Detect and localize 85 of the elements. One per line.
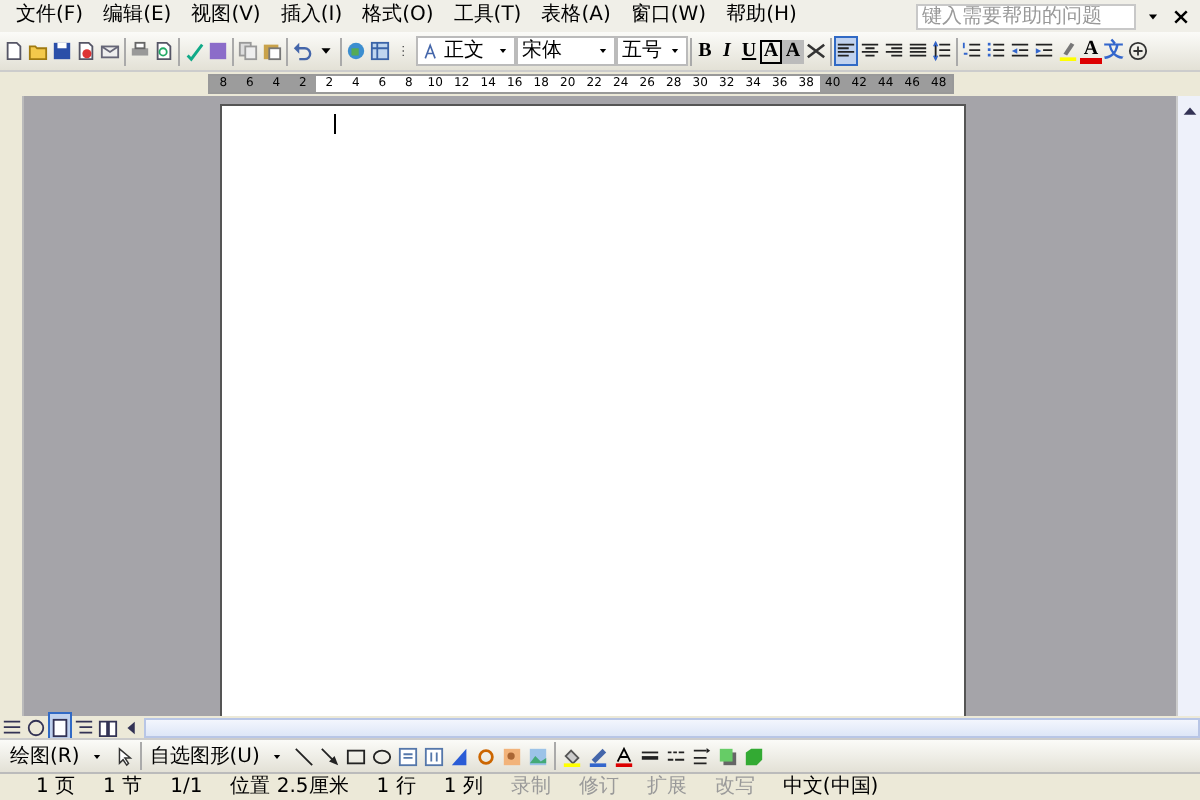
center-icon[interactable] [860,40,880,62]
font-color-icon[interactable] [613,745,634,767]
printer-icon[interactable] [130,40,150,62]
picture-icon[interactable] [527,745,548,767]
line-spacing-icon[interactable] [932,40,952,62]
copy-icon[interactable] [238,40,258,62]
oval-icon[interactable] [371,745,392,767]
rectangle-icon[interactable] [345,745,366,767]
line-icon[interactable] [293,745,314,767]
bold-button[interactable]: B [694,36,716,66]
web-view-icon[interactable] [26,717,46,737]
character-scale-icon[interactable] [806,40,826,62]
clip-art-icon[interactable] [501,745,522,767]
new-document-icon[interactable] [4,40,24,62]
arrow-style-icon[interactable] [691,745,712,767]
phonetic-guide-button[interactable]: 文 [1102,36,1126,66]
character-border-button[interactable]: A [760,39,782,63]
status-text: 改写 [714,774,755,800]
character-shading-button[interactable]: A [782,39,804,63]
check-mark-icon[interactable] [184,40,204,62]
menu-item[interactable]: 表格(A) [533,2,619,30]
menu-item[interactable]: 视图(V) [183,2,269,30]
status-text: 1 节 [103,773,143,800]
status-text: 位置 2.5厘米 [230,773,349,800]
text-cursor [333,114,335,134]
horizontal-scrollbar[interactable] [144,717,1200,737]
font-size-dropdown[interactable]: 五号 [616,36,688,66]
normal-view-icon[interactable] [2,717,22,737]
menu-item[interactable]: 文件(F) [8,2,92,30]
paste-icon[interactable] [262,40,282,62]
circled-plus-icon[interactable] [1128,40,1148,62]
outline-view-icon[interactable] [74,717,94,737]
text-box-icon[interactable] [397,745,418,767]
arrow-icon[interactable] [319,745,340,767]
underline-button[interactable]: U [738,36,760,66]
save-icon[interactable] [52,40,72,62]
page-view-icon[interactable] [50,717,70,737]
italic-button[interactable]: I [716,36,738,66]
line-color-icon[interactable] [587,745,608,767]
justify-icon[interactable] [908,40,928,62]
autoshapes-menu-button[interactable]: 自选图形(U) [145,741,264,771]
status-text: 1/1 [170,774,203,800]
status-text: 中文(中国) [782,773,879,800]
bulleted-list-icon[interactable] [986,40,1006,62]
menu-item[interactable]: 工具(T) [445,2,530,30]
status-text: 录制 [510,773,551,800]
font-color-button[interactable]: A [1080,38,1102,64]
menu-item[interactable]: 插入(I) [272,2,351,30]
font-dropdown[interactable]: 宋体 [516,36,616,66]
undo-icon[interactable] [292,40,312,62]
align-left-icon[interactable] [836,40,856,62]
close-icon[interactable] [1171,7,1189,25]
3d-shape-icon[interactable] [743,745,764,767]
status-text: 1 行 [376,774,416,800]
numbered-list-icon[interactable] [962,40,982,62]
style-dropdown[interactable]: 正文 [416,36,516,66]
reading-view-icon[interactable] [98,717,118,737]
folder-icon[interactable] [28,40,48,62]
decrease-indent-icon[interactable] [1010,40,1030,62]
highlighter-icon[interactable] [1058,40,1078,62]
shadow-icon[interactable] [717,745,738,767]
status-text: 1 列 [443,774,483,800]
ring-icon[interactable] [475,745,496,767]
menu-item[interactable]: 帮助(H) [718,2,805,30]
increase-indent-icon[interactable] [1034,40,1054,62]
table-icon[interactable] [370,40,390,62]
status-text: 修订 [578,774,619,800]
status-text: 扩展 [646,773,687,800]
style-icon [422,40,440,62]
menu-item[interactable]: 窗口(W) [622,2,715,30]
fill-color-icon[interactable] [561,745,582,767]
vertical-scrollbar[interactable] [1176,96,1200,716]
document-badge-icon[interactable] [76,40,96,62]
pointer-icon[interactable] [113,745,134,767]
vertical-text-box-icon[interactable] [423,745,444,767]
status-text: 1 页 [36,774,76,800]
align-right-icon[interactable] [884,40,904,62]
envelope-icon[interactable] [100,40,120,62]
draw-menu-button[interactable]: 绘图(R) [6,741,84,771]
triangle-icon[interactable] [449,745,470,767]
help-search-field[interactable]: 键入需要帮助的问题 [916,3,1136,29]
menu-item[interactable]: 编辑(E) [95,2,180,30]
globe-icon[interactable] [346,40,366,62]
print-preview-icon[interactable] [154,40,174,62]
menu-item[interactable]: 格式(O) [354,2,442,30]
